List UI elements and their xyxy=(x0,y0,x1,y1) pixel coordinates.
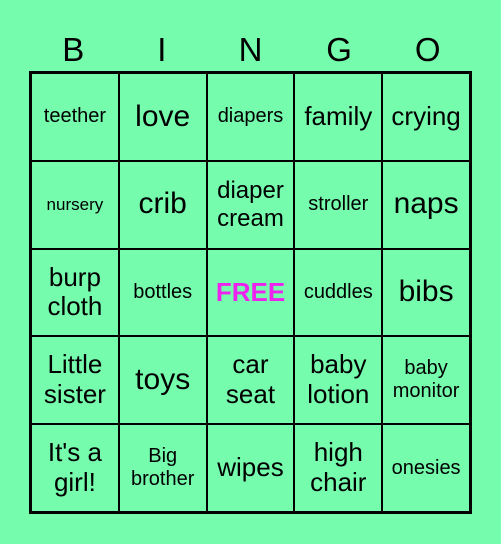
header-letter-i: I xyxy=(157,31,167,68)
bingo-cell[interactable]: love xyxy=(118,73,207,161)
bingo-cell[interactable]: Little sister xyxy=(31,336,119,425)
bingo-cell[interactable]: bibs xyxy=(382,248,470,337)
bingo-cell[interactable]: baby lotion xyxy=(294,336,383,425)
bingo-cell[interactable]: bottles xyxy=(118,248,207,337)
free-space[interactable]: FREE xyxy=(206,248,295,337)
bingo-cell[interactable]: stroller xyxy=(294,160,383,249)
header-letter-o: O xyxy=(414,31,441,68)
bingo-cell[interactable]: nursery xyxy=(31,160,119,249)
bingo-cell[interactable]: high chair xyxy=(294,424,383,512)
bingo-cell[interactable]: family xyxy=(294,73,383,161)
bingo-cell[interactable]: crying xyxy=(382,73,470,161)
bingo-card: teether love diapers family crying nurse… xyxy=(29,71,472,514)
bingo-cell[interactable]: car seat xyxy=(206,336,295,425)
bingo-cell[interactable]: toys xyxy=(118,336,207,425)
bingo-cell[interactable]: Big brother xyxy=(118,424,207,512)
bingo-cell[interactable]: crib xyxy=(118,160,207,249)
bingo-cell[interactable]: teether xyxy=(31,73,119,161)
bingo-cell[interactable]: cuddles xyxy=(294,248,383,337)
bingo-header: B I N G O xyxy=(29,28,472,72)
bingo-cell[interactable]: onesies xyxy=(382,424,470,512)
bingo-cell[interactable]: wipes xyxy=(206,424,295,512)
bingo-cell[interactable]: naps xyxy=(382,160,470,249)
header-letter-b: B xyxy=(62,31,85,68)
bingo-cell[interactable]: diaper cream xyxy=(206,160,295,249)
bingo-cell[interactable]: burp cloth xyxy=(31,248,119,337)
bingo-cell[interactable]: It's a girl! xyxy=(31,424,119,512)
header-letter-n: N xyxy=(238,31,263,68)
bingo-cell[interactable]: diapers xyxy=(206,73,295,161)
header-letter-g: G xyxy=(326,31,352,68)
bingo-cell[interactable]: baby monitor xyxy=(382,336,470,425)
